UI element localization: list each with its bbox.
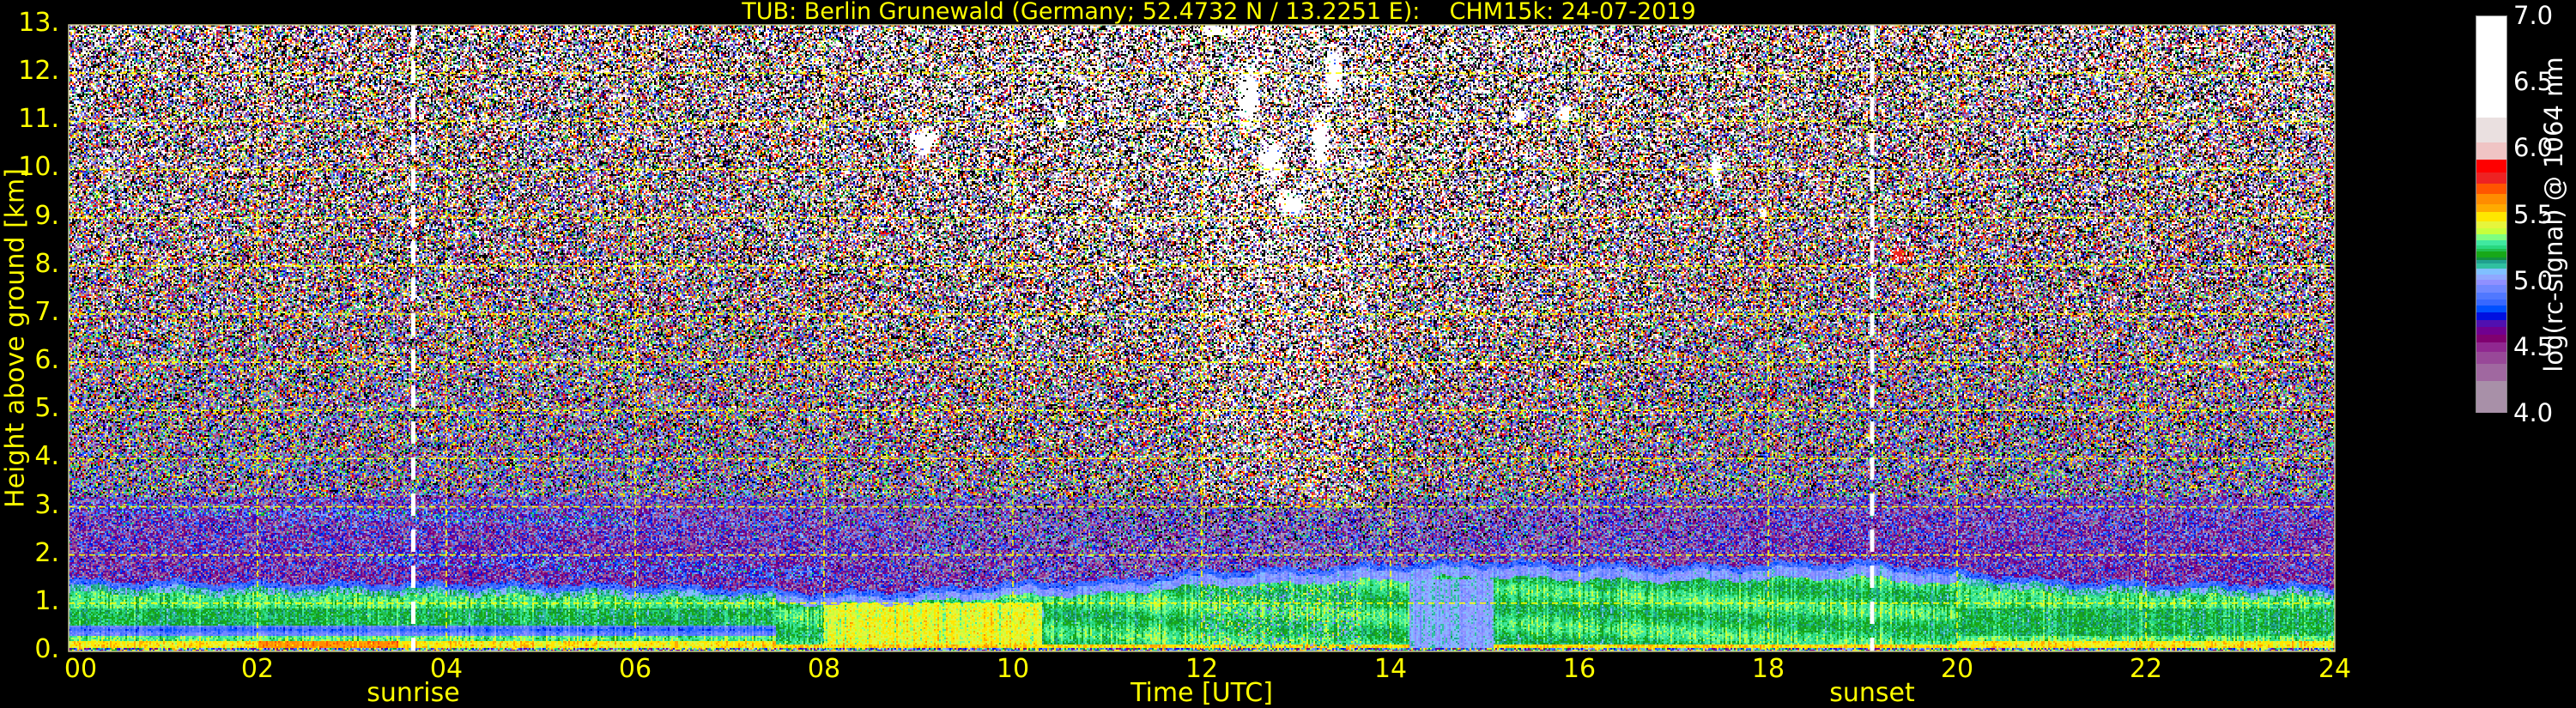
colorbar-band xyxy=(2476,268,2506,275)
colorbar-band xyxy=(2476,221,2506,228)
colorbar-band xyxy=(2476,211,2506,222)
y-tick-label: 2. xyxy=(34,537,59,568)
colorbar-band xyxy=(2476,203,2506,213)
sunrise-label: sunrise xyxy=(367,678,460,708)
y-axis-label: Height above ground [km] xyxy=(0,168,31,508)
x-tick-label: 20 xyxy=(1940,654,1974,684)
x-axis-label: Time [UTC] xyxy=(1130,678,1273,708)
colorbar-band xyxy=(2476,380,2506,413)
colorbar-band xyxy=(2476,273,2506,280)
colorbar-band xyxy=(2476,363,2506,382)
colorbar-band xyxy=(2476,298,2506,306)
colorbar-band xyxy=(2476,278,2506,285)
x-tick-label: 00 xyxy=(64,654,98,684)
y-tick-label: 5. xyxy=(34,393,59,424)
colorbar-band xyxy=(2476,283,2506,293)
y-tick-label: 6. xyxy=(34,345,59,376)
plot-area xyxy=(68,24,2336,652)
y-tick-label: 12. xyxy=(18,56,59,87)
y-tick-label: 0. xyxy=(34,634,59,664)
x-tick-label: 16 xyxy=(1562,654,1597,684)
y-tick-label: 8. xyxy=(34,248,59,279)
y-tick-label: 1. xyxy=(34,585,59,616)
plot-overlay xyxy=(68,24,2336,652)
y-tick-label: 11. xyxy=(18,104,59,135)
x-tick-label: 10 xyxy=(996,654,1030,684)
colorbar-band xyxy=(2476,342,2506,353)
colorbar-band xyxy=(2476,292,2506,300)
colorbar-band xyxy=(2476,116,2506,142)
x-tick-label: 08 xyxy=(807,654,841,684)
colorbar-band xyxy=(2476,227,2506,235)
colorbar-band xyxy=(2476,334,2506,343)
colorbar-band xyxy=(2476,16,2506,118)
y-tick-label: 7. xyxy=(34,296,59,327)
colorbar-band xyxy=(2476,312,2506,321)
colorbar-band xyxy=(2476,192,2506,205)
colorbar-tick-label: 4.0 xyxy=(2513,398,2554,427)
x-tick-label: 06 xyxy=(618,654,652,684)
colorbar-band xyxy=(2476,172,2506,184)
colorbar-band xyxy=(2476,239,2506,245)
colorbar-band xyxy=(2476,351,2506,365)
y-tick-label: 13. xyxy=(18,8,59,38)
sunset-label: sunset xyxy=(1829,678,1915,708)
y-tick-label: 9. xyxy=(34,200,59,231)
colorbar xyxy=(2476,15,2507,413)
colorbar-band xyxy=(2476,251,2506,257)
x-tick-label: 14 xyxy=(1373,654,1408,684)
colorbar-band xyxy=(2476,305,2506,313)
colorbar-label: log(rc-signal) @ 1064 nm xyxy=(2539,57,2568,372)
x-tick-label: 02 xyxy=(240,654,275,684)
x-tick-label: 22 xyxy=(2129,654,2163,684)
y-tick-label: 3. xyxy=(34,489,59,520)
colorbar-band xyxy=(2476,141,2506,160)
colorbar-band xyxy=(2476,263,2506,269)
colorbar-band xyxy=(2476,233,2506,240)
colorbar-band xyxy=(2476,319,2506,328)
colorbar-band xyxy=(2476,158,2506,173)
x-tick-label: 24 xyxy=(2318,654,2352,684)
colorbar-band xyxy=(2476,326,2506,336)
colorbar-band xyxy=(2476,182,2506,194)
chart-title: TUB: Berlin Grunewald (Germany; 52.4732 … xyxy=(742,0,1696,25)
y-tick-label: 4. xyxy=(34,441,59,472)
colorbar-tick-label: 7.0 xyxy=(2513,1,2554,30)
x-tick-label: 18 xyxy=(1751,654,1785,684)
